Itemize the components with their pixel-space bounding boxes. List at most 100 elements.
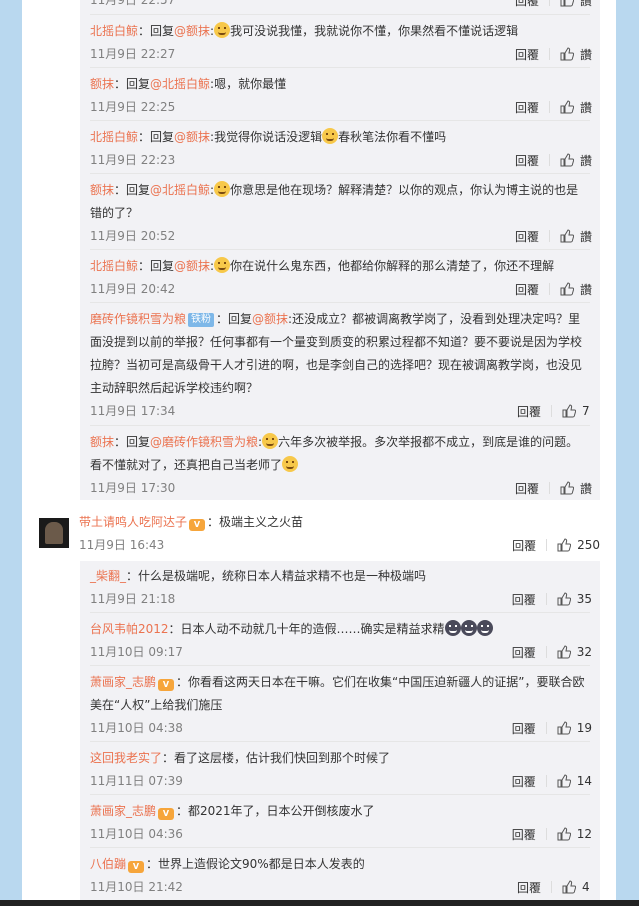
mention-link[interactable]: @北摇白鲸: [150, 77, 210, 91]
divider: [548, 101, 550, 113]
mention-link[interactable]: @磨砖作镜积雪为粮: [150, 435, 258, 449]
reply-button[interactable]: 回覆: [515, 46, 539, 63]
thumbs-up-icon[interactable]: [560, 0, 574, 7]
like-count: 讚: [579, 282, 592, 297]
smirk-emoji-icon: [262, 433, 279, 449]
thumbs-up-icon[interactable]: [557, 592, 571, 606]
mention-link[interactable]: @额抹: [174, 130, 210, 144]
reply-text: 磨砖作镜积雪为粮 铁粉 ：回复@额抹:还没成立？都被调离教学岗了，没看到处理决定吗？…: [90, 308, 580, 330]
reply-item: 萧画家_志鹏 V ：你看看这两天日本在干嘛。它们在收集“中国压迫新疆人的证据”，要联…: [80, 671, 600, 741]
like-count: 19: [576, 721, 592, 735]
reply-button[interactable]: 回覆: [512, 591, 536, 608]
reply-button[interactable]: 回覆: [512, 720, 536, 737]
reply-username[interactable]: 北摇白鲸: [90, 130, 138, 144]
reply-content-cont: 看不懂就对了，还真把自己当老师了: [90, 458, 283, 472]
reply-content-line: 拉胯？当初可是高级骨干人才引进的啊，也是李剑自己的选择吧？现在被调离教学岗，也没…: [90, 358, 583, 372]
like-count: 4: [582, 880, 590, 894]
thinking-emoji-icon: [214, 22, 231, 38]
mention-link[interactable]: @额抹: [174, 24, 210, 38]
reply-username[interactable]: 额抹: [90, 183, 114, 197]
eyeroll-emoji-icon: [214, 257, 231, 273]
smirk-emoji-icon: [214, 181, 231, 197]
thumbs-up-icon[interactable]: [560, 47, 574, 61]
thumbs-up-icon[interactable]: [557, 827, 571, 841]
divider: [548, 48, 550, 60]
reply-content: ：世界上造假论文90%都是日本人发表的: [146, 857, 365, 871]
thumbs-up-icon[interactable]: [560, 481, 574, 495]
reply-button[interactable]: 回覆: [512, 773, 536, 790]
reply-button[interactable]: 回覆: [517, 879, 541, 896]
thumbs-up-icon[interactable]: [562, 880, 576, 894]
reply-text: 额抹：回复@北摇白鲸:嗯，就你最懂: [90, 73, 286, 95]
reply-button[interactable]: 回覆: [515, 152, 539, 169]
mention-link[interactable]: @额抹: [174, 259, 210, 273]
like-count: 讚: [579, 47, 592, 62]
thumbs-up-icon[interactable]: [560, 100, 574, 114]
reply-content-cont: 美在“人权”上给我们施压: [90, 698, 223, 712]
reply-content: :还没成立？都被调离教学岗了，没看到处理决定吗？里: [288, 312, 581, 326]
reply-username[interactable]: 北摇白鲸: [90, 24, 138, 38]
like-count: 讚: [579, 153, 592, 168]
reply-text: 额抹：回复@北摇白鲸: 你意思是他在现场？解释清楚？以你的观点，你认为博主说的也是: [90, 181, 579, 197]
reply-content: 你在说什么鬼东西，他都给你解释的那么清楚了，你还不理解: [230, 259, 555, 273]
thumbs-up-icon[interactable]: [560, 282, 574, 296]
thumbs-up-icon[interactable]: [562, 404, 576, 418]
reply-time: 11月9日 22:23: [90, 153, 176, 167]
divider: [545, 593, 547, 605]
reply-username[interactable]: 萧画家_志鹏: [90, 675, 156, 689]
reply-actions: 回覆 35: [512, 591, 592, 607]
mention-link[interactable]: @额抹: [252, 312, 288, 326]
thumbs-up-icon[interactable]: [557, 645, 571, 659]
fan-badge: 铁粉: [188, 313, 215, 327]
avatar[interactable]: [39, 518, 69, 548]
reply-button[interactable]: 回覆: [515, 0, 539, 9]
reply-item: 额抹：回复@北摇白鲸: 你意思是他在现场？解释清楚？以你的观点，你认为博主说的也是…: [80, 179, 600, 249]
reply-button[interactable]: 回覆: [512, 826, 536, 843]
bottom-bar: [0, 900, 639, 906]
reply-time: 11月9日 22:57: [90, 0, 176, 7]
reply-username[interactable]: 额抹: [90, 77, 114, 91]
reply-item: _柴翻_：什么是极端呢，统称日本人精益求精不也是一种极端吗 11月9日 21:1…: [80, 565, 600, 611]
comment-username[interactable]: 带土请鸣人吃阿达子: [79, 515, 187, 529]
reply-username[interactable]: 这回我老实了: [90, 751, 162, 765]
thumbs-up-icon[interactable]: [557, 538, 572, 552]
reply-content: ：什么是极端呢，统称日本人精益求精不也是一种极端吗: [126, 569, 427, 583]
reply-button[interactable]: 回覆: [512, 537, 536, 554]
reply-text: 北摇白鲸：回复@额抹: 你在说什么鬼东西，他都给你解释的那么清楚了，你还不理解: [90, 257, 555, 273]
reply-item: 额抹：回复@北摇白鲸:嗯，就你最懂 11月9日 22:25 回覆 讚: [80, 73, 600, 119]
reply-button[interactable]: 回覆: [512, 644, 536, 661]
reply-button[interactable]: 回覆: [517, 403, 541, 420]
reply-button[interactable]: 回覆: [515, 99, 539, 116]
divider: [90, 302, 590, 303]
like-count: 12: [576, 827, 592, 841]
reply-text: _柴翻_：什么是极端呢，统称日本人精益求精不也是一种极端吗: [90, 565, 426, 587]
reply-username[interactable]: 萧画家_志鹏: [90, 804, 156, 818]
reply-actions: 回覆 讚: [515, 0, 592, 8]
thumbs-up-icon[interactable]: [557, 721, 571, 735]
reply-username[interactable]: 额抹: [90, 435, 114, 449]
divider: [548, 283, 550, 295]
like-count: 讚: [579, 229, 592, 244]
comment-item: 带土请鸣人吃阿达子 V ：极端主义之火苗 11月9日 16:43 回覆 250: [22, 508, 616, 558]
reply-username[interactable]: _柴翻_: [90, 569, 126, 583]
reply-username[interactable]: 八伯蹦: [90, 857, 126, 871]
reply-username[interactable]: 台风韦帕2012: [90, 622, 169, 636]
reply-item: 北摇白鲸：回复@额抹: 我可没说我懂，我就说你不懂，你果然看不懂说话逻辑 11月9…: [80, 20, 600, 66]
reply-button[interactable]: 回覆: [515, 281, 539, 298]
reply-button[interactable]: 回覆: [515, 480, 539, 497]
thumbs-up-icon[interactable]: [557, 774, 571, 788]
reply-time: 11月9日 22:27: [90, 47, 176, 61]
divider: [90, 173, 590, 174]
reply-button[interactable]: 回覆: [515, 228, 539, 245]
thumbs-up-icon[interactable]: [560, 153, 574, 167]
mention-link[interactable]: @北摇白鲸: [150, 183, 210, 197]
divider: [90, 794, 590, 795]
thumbs-up-icon[interactable]: [560, 229, 574, 243]
reply-content: ：看了这层楼，估计我们快回到那个时候了: [162, 751, 391, 765]
reply-item: 磨砖作镜积雪为粮 铁粉 ：回复@额抹:还没成立？都被调离教学岗了，没看到处理决定吗？…: [80, 308, 600, 426]
reply-time: 11月10日 09:17: [90, 645, 183, 659]
divider: [551, 405, 552, 417]
reply-username[interactable]: 北摇白鲸: [90, 259, 138, 273]
reply-username[interactable]: 磨砖作镜积雪为粮: [90, 312, 186, 326]
reply-content-cont: 错的了？: [90, 206, 139, 220]
